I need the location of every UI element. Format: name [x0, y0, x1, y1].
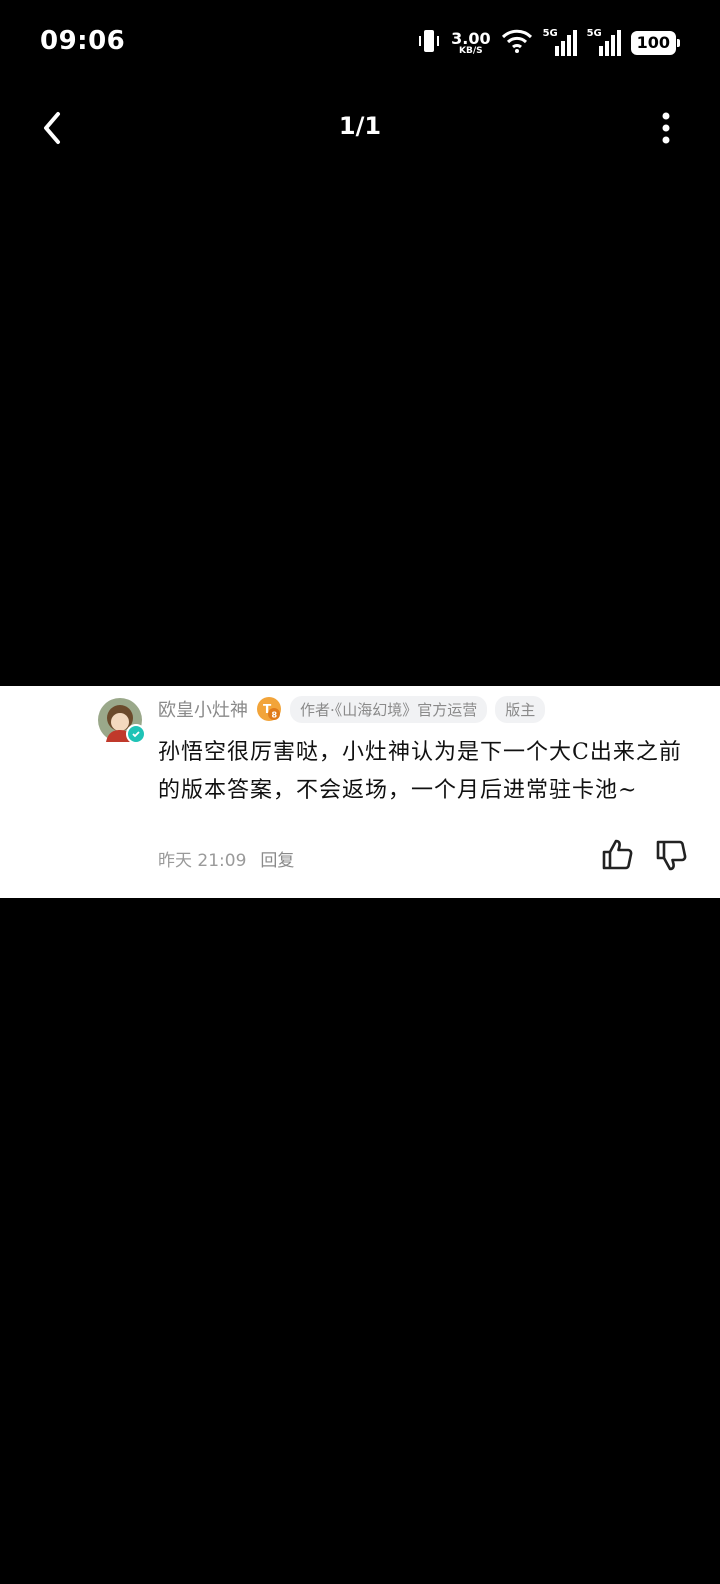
page-counter: 1/1 [338, 112, 382, 140]
cell-signal-1: 5G [543, 28, 577, 58]
username[interactable]: 欧皇小灶神 [158, 696, 248, 722]
vibrate-icon [417, 27, 441, 59]
cell-signal-2: 5G [587, 28, 621, 58]
network-speed: 3.00 KB/S [451, 28, 491, 56]
comment-time: 昨天 21:09 [158, 851, 247, 871]
status-icons: 3.00 KB/S 5G 5G 100 [417, 26, 681, 60]
wifi-icon [501, 28, 533, 58]
author-tag: 作者·《山海幻境》官方运营 [290, 695, 488, 723]
thumbs-up-icon [602, 839, 633, 870]
more-button[interactable] [646, 108, 686, 148]
battery-indicator: 100 [630, 31, 681, 55]
dislike-button[interactable] [654, 838, 688, 872]
avatar[interactable] [98, 698, 146, 744]
status-bar: 09:06 3.00 KB/S 5G 5G 100 [0, 0, 720, 86]
verified-badge-icon [126, 724, 146, 744]
status-time: 09:06 [40, 26, 126, 56]
more-vertical-icon [662, 112, 670, 144]
thumbs-down-icon [656, 840, 687, 871]
reply-button[interactable]: 回复 [260, 846, 294, 871]
like-button[interactable] [600, 838, 634, 872]
moderator-tag: 版主 [495, 695, 546, 723]
level-badge-icon: T 8 [257, 697, 281, 721]
comment-text: 孙悟空很厉害哒，小灶神认为是下一个大C出来之前的版本答案，不会返场，一个月后进常… [158, 740, 682, 803]
svg-text:8: 8 [272, 711, 278, 720]
viewer-top-bar: 1/1 [0, 96, 720, 160]
comment-card: 欧皇小灶神 T 8 作者·《山海幻境》官方运营 版主 孙悟空很厉害哒，小灶神认为… [0, 686, 720, 898]
comment-header: 欧皇小灶神 T 8 作者·《山海幻境》官方运营 版主 [158, 694, 546, 724]
comment-meta: 昨天 21:09 回复 [158, 846, 294, 871]
